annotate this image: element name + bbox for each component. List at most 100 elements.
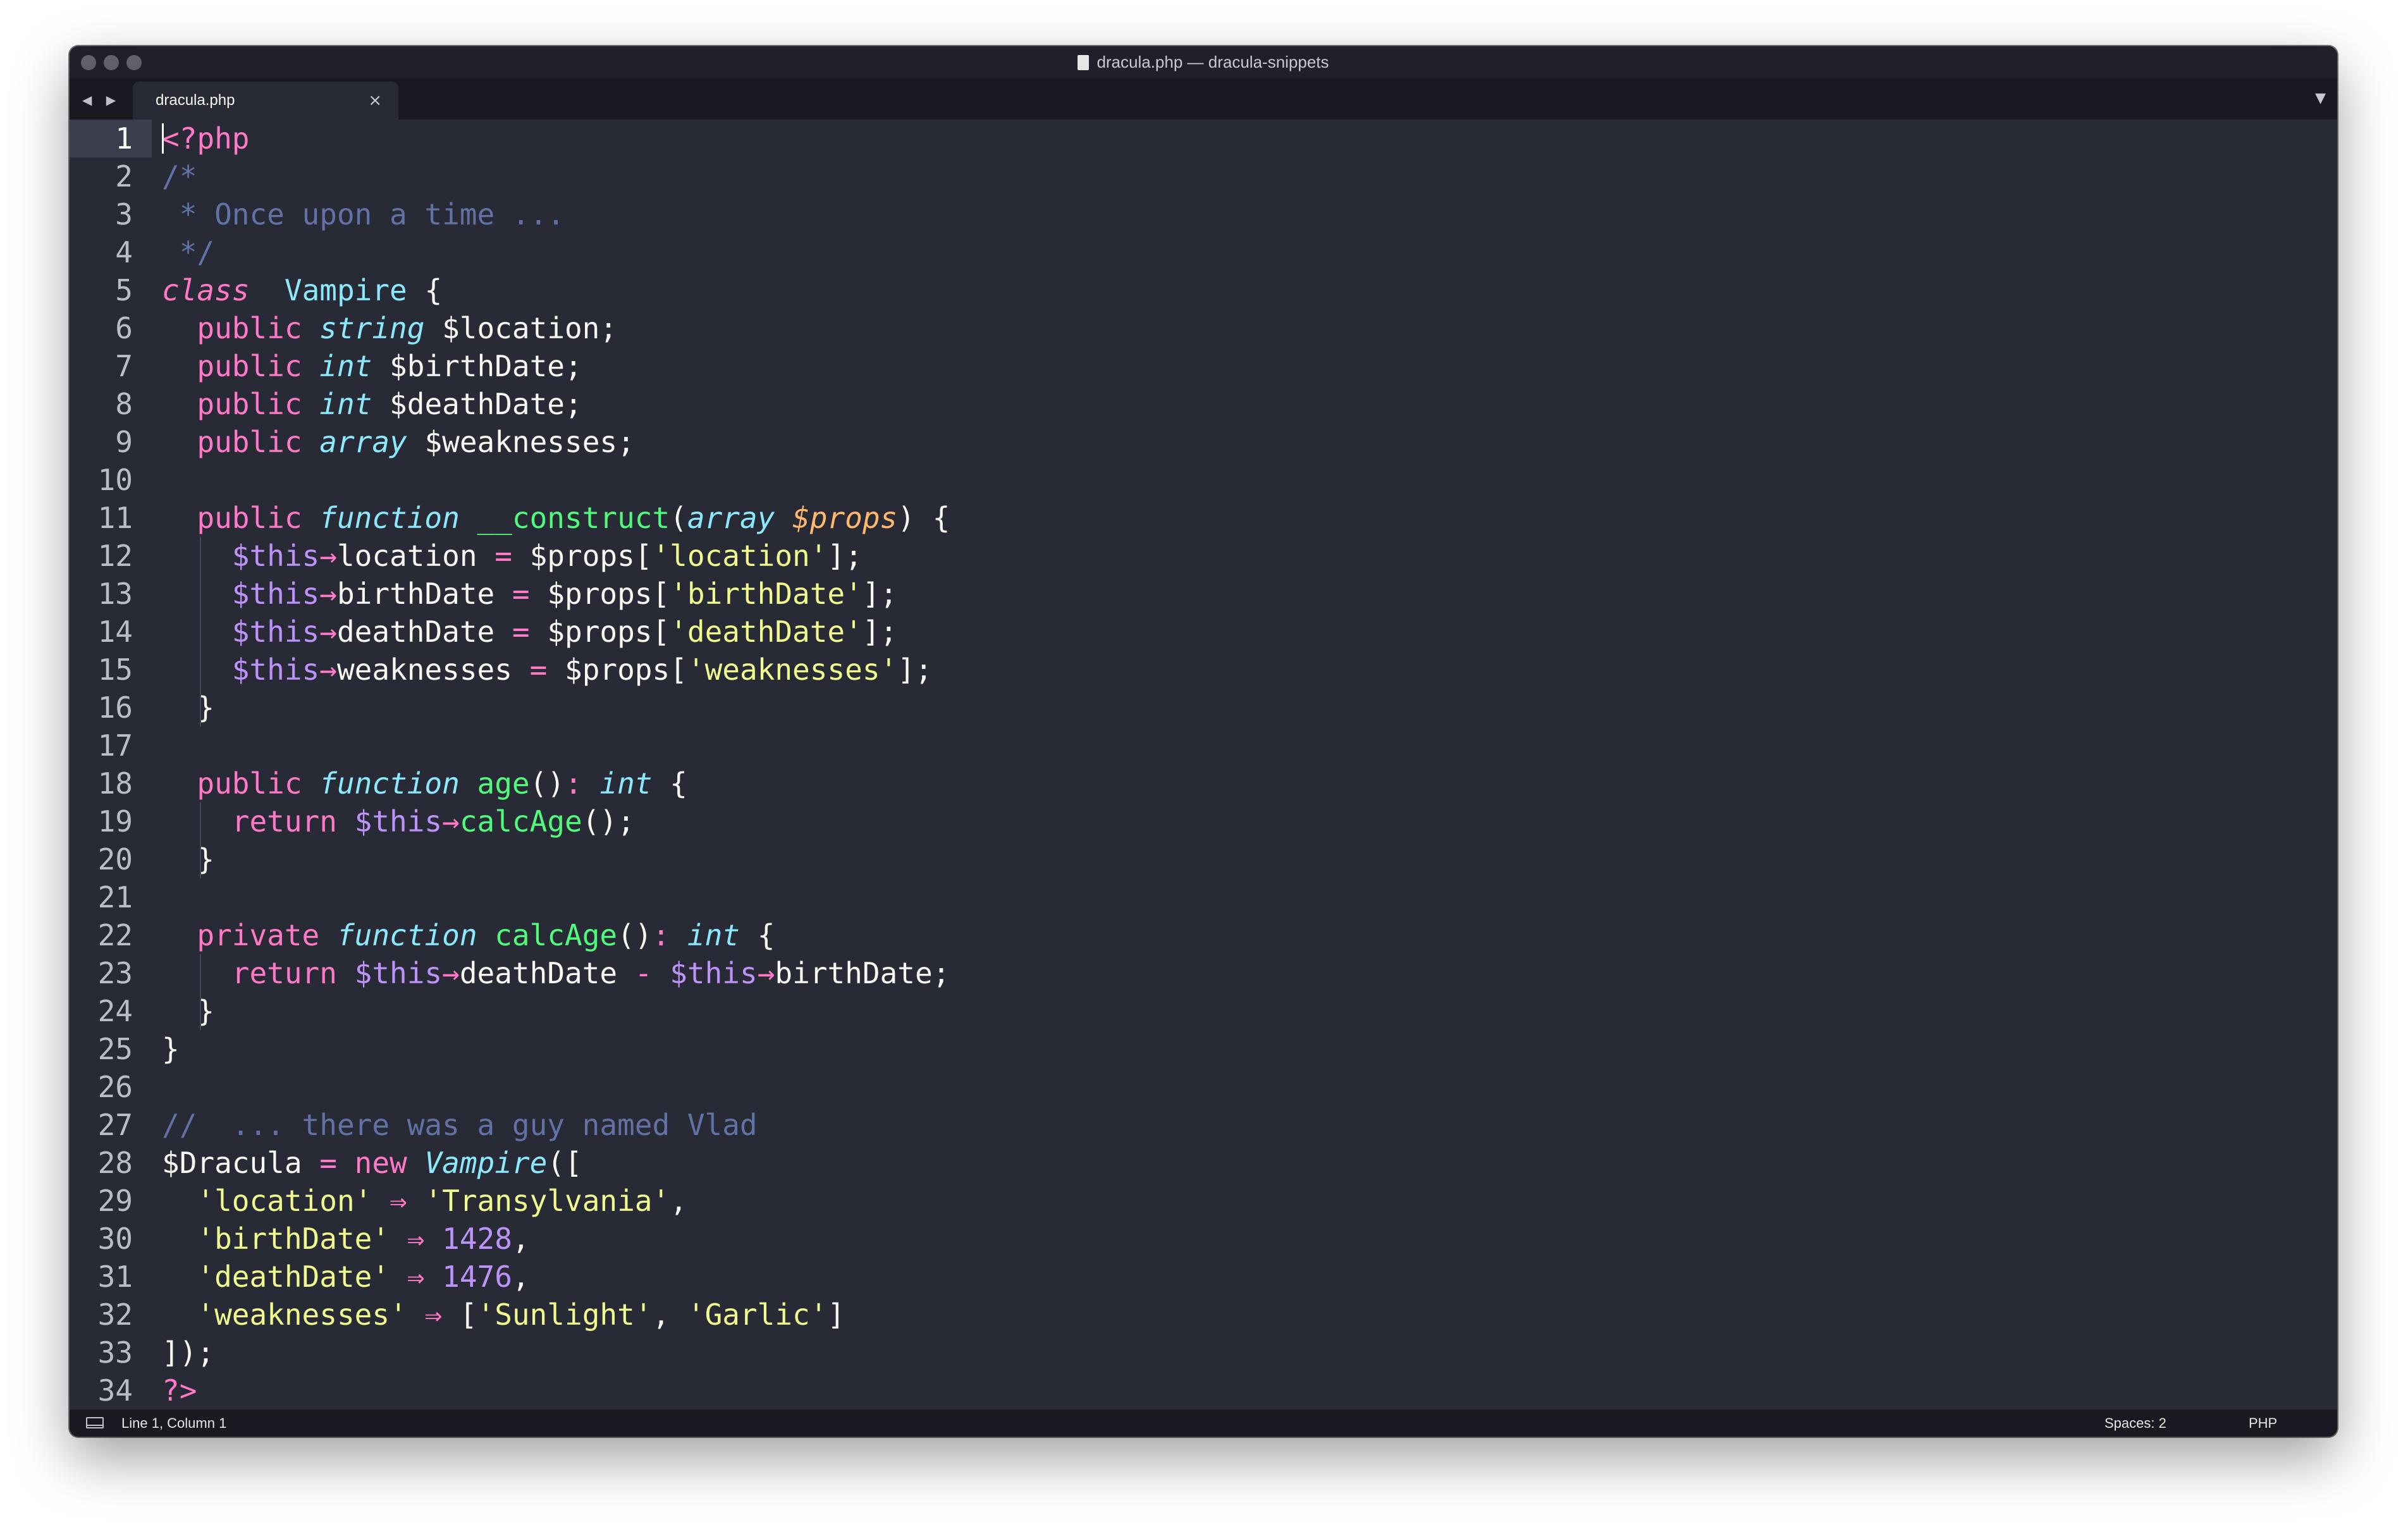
code-token: function bbox=[336, 918, 477, 952]
code-token: ⇒ bbox=[407, 1222, 425, 1256]
code-token: <?php bbox=[162, 121, 250, 156]
code-line: 'weaknesses' ⇒ ['Sunlight', 'Garlic'] bbox=[162, 1296, 845, 1334]
tab-label: dracula.php bbox=[156, 92, 235, 109]
code-line: /* bbox=[162, 157, 197, 195]
code-line: 'birthDate' ⇒ 1428, bbox=[162, 1220, 529, 1258]
code-token: */ bbox=[162, 235, 215, 269]
editor-window: dracula.php — dracula-snippets ◀ ▶ dracu… bbox=[70, 46, 2337, 1437]
code-token: ( bbox=[670, 501, 687, 535]
code-token: int bbox=[687, 918, 740, 952]
code-line: */ bbox=[162, 233, 214, 271]
code-token: age bbox=[477, 766, 530, 801]
code-token: } bbox=[162, 994, 215, 1028]
code-token: ⇒ bbox=[424, 1298, 443, 1332]
code-token: $props bbox=[792, 501, 898, 535]
syntax-selector[interactable]: PHP bbox=[2249, 1409, 2277, 1437]
indent-guide bbox=[200, 802, 202, 878]
line-number: 15 bbox=[97, 653, 133, 687]
code-token: { bbox=[740, 918, 775, 952]
code-token: = bbox=[529, 653, 548, 687]
code-token: → bbox=[442, 956, 460, 990]
code-token: 'Garlic' bbox=[687, 1298, 828, 1332]
close-icon[interactable]: × bbox=[368, 82, 382, 120]
title-bar: dracula.php — dracula-snippets bbox=[70, 46, 2337, 78]
code-token: 'deathDate' bbox=[670, 615, 863, 649]
code-token: () bbox=[617, 918, 653, 952]
code-token: 'weaknesses' bbox=[197, 1298, 407, 1332]
line-number: 22 bbox=[97, 918, 133, 952]
code-token: location bbox=[336, 539, 495, 573]
code-token: $weaknesses; bbox=[407, 425, 635, 459]
code-token: ([ bbox=[547, 1146, 582, 1180]
code-line: public function __construct(array $props… bbox=[162, 499, 950, 537]
nav-arrows-icon[interactable]: ◀ ▶ bbox=[82, 84, 121, 116]
code-token: = bbox=[494, 539, 512, 573]
line-number: 18 bbox=[97, 766, 133, 801]
code-token: { bbox=[652, 766, 687, 801]
code-token: deathDate bbox=[336, 615, 512, 649]
code-line: } bbox=[162, 840, 214, 878]
code-token: → bbox=[319, 539, 337, 573]
code-token: ]; bbox=[897, 653, 933, 687]
code-token: $this bbox=[231, 653, 320, 687]
code-token: → bbox=[757, 956, 775, 990]
text-caret bbox=[162, 123, 164, 154]
code-token: 'deathDate' bbox=[197, 1260, 390, 1294]
code-line: } bbox=[162, 1030, 180, 1068]
line-number: 2 bbox=[115, 159, 133, 193]
line-number: 11 bbox=[97, 501, 133, 535]
panel-toggle-icon[interactable] bbox=[86, 1417, 104, 1428]
chevron-down-icon[interactable]: ▼ bbox=[2315, 78, 2326, 120]
code-token: $props[ bbox=[529, 577, 670, 611]
line-number: 10 bbox=[97, 463, 133, 497]
code-token: ] bbox=[827, 1298, 845, 1332]
code-token: } bbox=[162, 842, 215, 876]
code-line: return $this→deathDate - $this→birthDate… bbox=[162, 954, 950, 992]
code-token: Vampire bbox=[284, 273, 407, 307]
code-line: * Once upon a time ... bbox=[162, 195, 565, 233]
code-token: 'Sunlight' bbox=[477, 1298, 653, 1332]
code-token: $props[ bbox=[512, 539, 653, 573]
code-token: (); bbox=[582, 804, 635, 838]
code-token: $this bbox=[231, 577, 320, 611]
code-token: return bbox=[231, 956, 337, 990]
code-token: int bbox=[599, 766, 653, 801]
line-number: 30 bbox=[97, 1222, 133, 1256]
line-number: 9 bbox=[115, 425, 133, 459]
window-title-text: dracula.php — dracula-snippets bbox=[1096, 52, 1329, 71]
code-token: , bbox=[652, 1298, 687, 1332]
code-token: , bbox=[670, 1184, 687, 1218]
cursor-position[interactable]: Line 1, Column 1 bbox=[121, 1409, 226, 1437]
code-token: ⇒ bbox=[407, 1260, 425, 1294]
code-token: () bbox=[529, 766, 565, 801]
code-token: $this bbox=[231, 539, 320, 573]
status-bar: Line 1, Column 1 Spaces: 2 PHP bbox=[70, 1409, 2337, 1437]
indentation-setting[interactable]: Spaces: 2 bbox=[2104, 1409, 2166, 1437]
code-token: public bbox=[197, 349, 302, 383]
code-token: $location; bbox=[424, 311, 618, 345]
tab-dracula-php[interactable]: dracula.php × bbox=[133, 82, 398, 120]
line-number: 32 bbox=[97, 1298, 133, 1332]
code-line: 'deathDate' ⇒ 1476, bbox=[162, 1258, 529, 1296]
code-token: Vampire bbox=[424, 1146, 548, 1180]
code-editor[interactable]: 1 2 3 4 5 6 7 8 9 10 11 12 13 14 15 16 17 18 19 20 21 22 23 24 2… bbox=[70, 120, 2337, 1409]
code-token: 'birthDate' bbox=[197, 1222, 390, 1256]
line-number: 23 bbox=[97, 956, 133, 990]
code-line: 'location' ⇒ 'Transylvania', bbox=[162, 1182, 687, 1220]
code-line: // ... there was a guy named Vlad bbox=[162, 1106, 758, 1144]
code-line: <?php bbox=[162, 120, 249, 157]
